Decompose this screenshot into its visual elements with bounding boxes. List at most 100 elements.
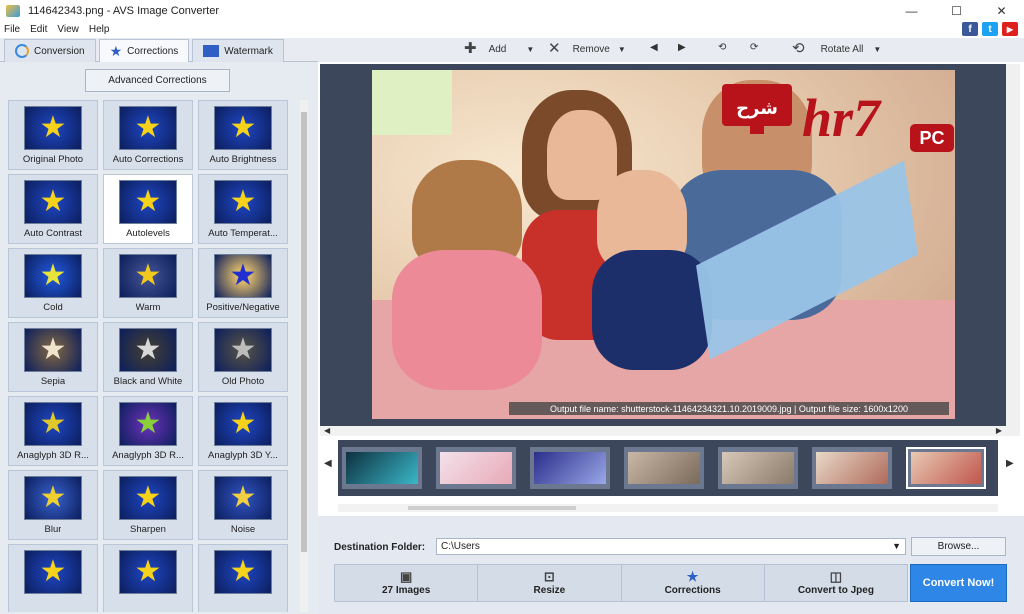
tab-conversion[interactable]: Conversion: [4, 39, 96, 62]
star-icon: ★: [229, 185, 257, 218]
rotate-right-icon[interactable]: ⟳: [750, 42, 758, 53]
step-images[interactable]: ▣ 27 Images: [334, 564, 479, 602]
scroll-right-icon[interactable]: ▶: [996, 426, 1002, 435]
convert-now-button[interactable]: Convert Now!: [910, 564, 1007, 602]
tile-thumbnail: ★: [24, 180, 82, 224]
image-preview: Output file name: shutterstock-114642343…: [320, 64, 1006, 426]
tile-thumbnail: ★: [24, 328, 82, 372]
correction-tile[interactable]: ★ Sepia: [8, 322, 98, 392]
filmstrip-right-arrow[interactable]: ▶: [1006, 458, 1014, 469]
youtube-icon[interactable]: ▶: [1002, 22, 1018, 36]
maximize-button[interactable]: ☐: [934, 0, 979, 21]
star-icon: ★: [134, 185, 162, 218]
correction-tile[interactable]: ★ Positive/Negative: [198, 248, 288, 318]
minimize-button[interactable]: —: [889, 0, 934, 21]
thumbnail-image: [440, 452, 512, 484]
menu-edit[interactable]: Edit: [30, 24, 47, 35]
tile-thumbnail: ★: [214, 328, 272, 372]
correction-tile[interactable]: ★ Black and White: [103, 322, 193, 392]
filmstrip-thumbnail[interactable]: [530, 447, 610, 489]
tile-thumbnail: ★: [24, 254, 82, 298]
browse-button[interactable]: Browse...: [911, 537, 1006, 556]
correction-tile[interactable]: ★: [8, 544, 98, 612]
step-convert[interactable]: ◫ Convert to Jpeg: [763, 564, 908, 602]
tile-thumbnail: ★: [214, 180, 272, 224]
remove-button[interactable]: ✕ Remove ▼: [548, 41, 626, 56]
correction-tile[interactable]: ★ Auto Contrast: [8, 174, 98, 244]
correction-tile[interactable]: ★ Original Photo: [8, 100, 98, 170]
tab-conversion-label: Conversion: [34, 45, 85, 57]
correction-tile[interactable]: ★ Blur: [8, 470, 98, 540]
star-icon: ★: [229, 259, 257, 292]
rotate-all-button[interactable]: ⟲ Rotate All ▼: [792, 41, 881, 56]
correction-tile[interactable]: ★ Auto Temperat...: [198, 174, 288, 244]
add-button[interactable]: ✚ Add ▼: [464, 41, 534, 56]
step-images-label: 27 Images: [381, 585, 431, 596]
twitter-icon[interactable]: t: [982, 22, 998, 36]
destination-folder-label: Destination Folder:: [334, 542, 426, 553]
scroll-left-icon[interactable]: ◀: [324, 426, 330, 435]
filmstrip-thumbnail[interactable]: [624, 447, 704, 489]
add-dropdown-icon[interactable]: ▼: [526, 45, 534, 54]
next-arrow-icon[interactable]: ▶: [678, 42, 686, 53]
chevron-down-icon[interactable]: ▼: [892, 541, 901, 551]
previous-arrow-icon[interactable]: ◀: [650, 42, 658, 53]
tile-label: Sepia: [40, 376, 66, 387]
workflow-steps: ▣ 27 Images ⊡ Resize ★ Corrections ◫ Con…: [334, 564, 908, 602]
filmstrip-scroll-thumb[interactable]: [408, 506, 576, 510]
correction-tile[interactable]: ★ Anaglyph 3D Y...: [198, 396, 288, 466]
toolbar: ✚ Add ▼ ✕ Remove ▼ ◀ ▶ ⟲ ⟳ ⟲ Rotate All …: [318, 38, 1024, 62]
tile-thumbnail: ★: [24, 476, 82, 520]
scrollbar-thumb[interactable]: [301, 112, 307, 552]
correction-tile[interactable]: ★ Autolevels: [103, 174, 193, 244]
filmstrip-left-arrow[interactable]: ◀: [324, 458, 332, 469]
menu-file[interactable]: File: [4, 24, 20, 35]
correction-tile[interactable]: ★ Anaglyph 3D R...: [103, 396, 193, 466]
rotate-dropdown-icon[interactable]: ▼: [873, 45, 881, 54]
correction-tile[interactable]: ★ Cold: [8, 248, 98, 318]
remove-dropdown-icon[interactable]: ▼: [618, 45, 626, 54]
filmstrip-scrollbar[interactable]: [338, 504, 998, 512]
correction-tile[interactable]: ★: [198, 544, 288, 612]
rotate-left-icon[interactable]: ⟲: [718, 42, 726, 53]
tab-watermark[interactable]: Watermark: [192, 39, 284, 62]
resize-icon: ⊡: [543, 569, 555, 584]
tile-thumbnail: ★: [119, 180, 177, 224]
correction-tile[interactable]: ★ Old Photo: [198, 322, 288, 392]
filmstrip-thumbnail[interactable]: [906, 447, 986, 489]
thumbnail-image: [816, 452, 888, 484]
correction-tile[interactable]: ★ Sharpen: [103, 470, 193, 540]
close-button[interactable]: ✕: [979, 0, 1024, 21]
advanced-corrections-button[interactable]: Advanced Corrections: [85, 69, 230, 92]
menu-view[interactable]: View: [57, 24, 79, 35]
correction-tile[interactable]: ★ Anaglyph 3D R...: [8, 396, 98, 466]
tab-corrections[interactable]: ★ Corrections: [98, 39, 190, 62]
star-icon: ★: [686, 569, 699, 584]
corrections-scrollbar[interactable]: [300, 100, 308, 612]
logo-badge: PC: [919, 128, 944, 148]
filmstrip-thumbnail[interactable]: [436, 447, 516, 489]
thumbnail-image: [722, 452, 794, 484]
correction-tile[interactable]: ★ Auto Brightness: [198, 100, 288, 170]
step-resize[interactable]: ⊡ Resize: [477, 564, 622, 602]
correction-tile[interactable]: ★ Auto Corrections: [103, 100, 193, 170]
correction-tile[interactable]: ★ Noise: [198, 470, 288, 540]
preview-horizontal-scrollbar[interactable]: ◀ ▶: [320, 426, 1006, 436]
step-corrections-label: Corrections: [664, 585, 721, 596]
correction-tile[interactable]: ★ Warm: [103, 248, 193, 318]
tile-label: Noise: [230, 524, 256, 535]
destination-folder-field[interactable]: C:\Users ▼: [436, 538, 906, 555]
menu-help[interactable]: Help: [89, 24, 110, 35]
preview-vertical-scrollbar[interactable]: [1006, 64, 1020, 436]
filmstrip-thumbnail[interactable]: [812, 447, 892, 489]
filmstrip-thumbnail[interactable]: [718, 447, 798, 489]
boy-shirt: [392, 250, 542, 390]
tile-label: Blur: [44, 524, 62, 535]
filmstrip-thumbnail[interactable]: [342, 447, 422, 489]
tile-label: Auto Contrast: [23, 228, 83, 239]
facebook-icon[interactable]: f: [962, 22, 978, 36]
star-icon: ★: [39, 481, 67, 514]
tile-thumbnail: ★: [214, 476, 272, 520]
step-corrections[interactable]: ★ Corrections: [620, 564, 765, 602]
correction-tile[interactable]: ★: [103, 544, 193, 612]
